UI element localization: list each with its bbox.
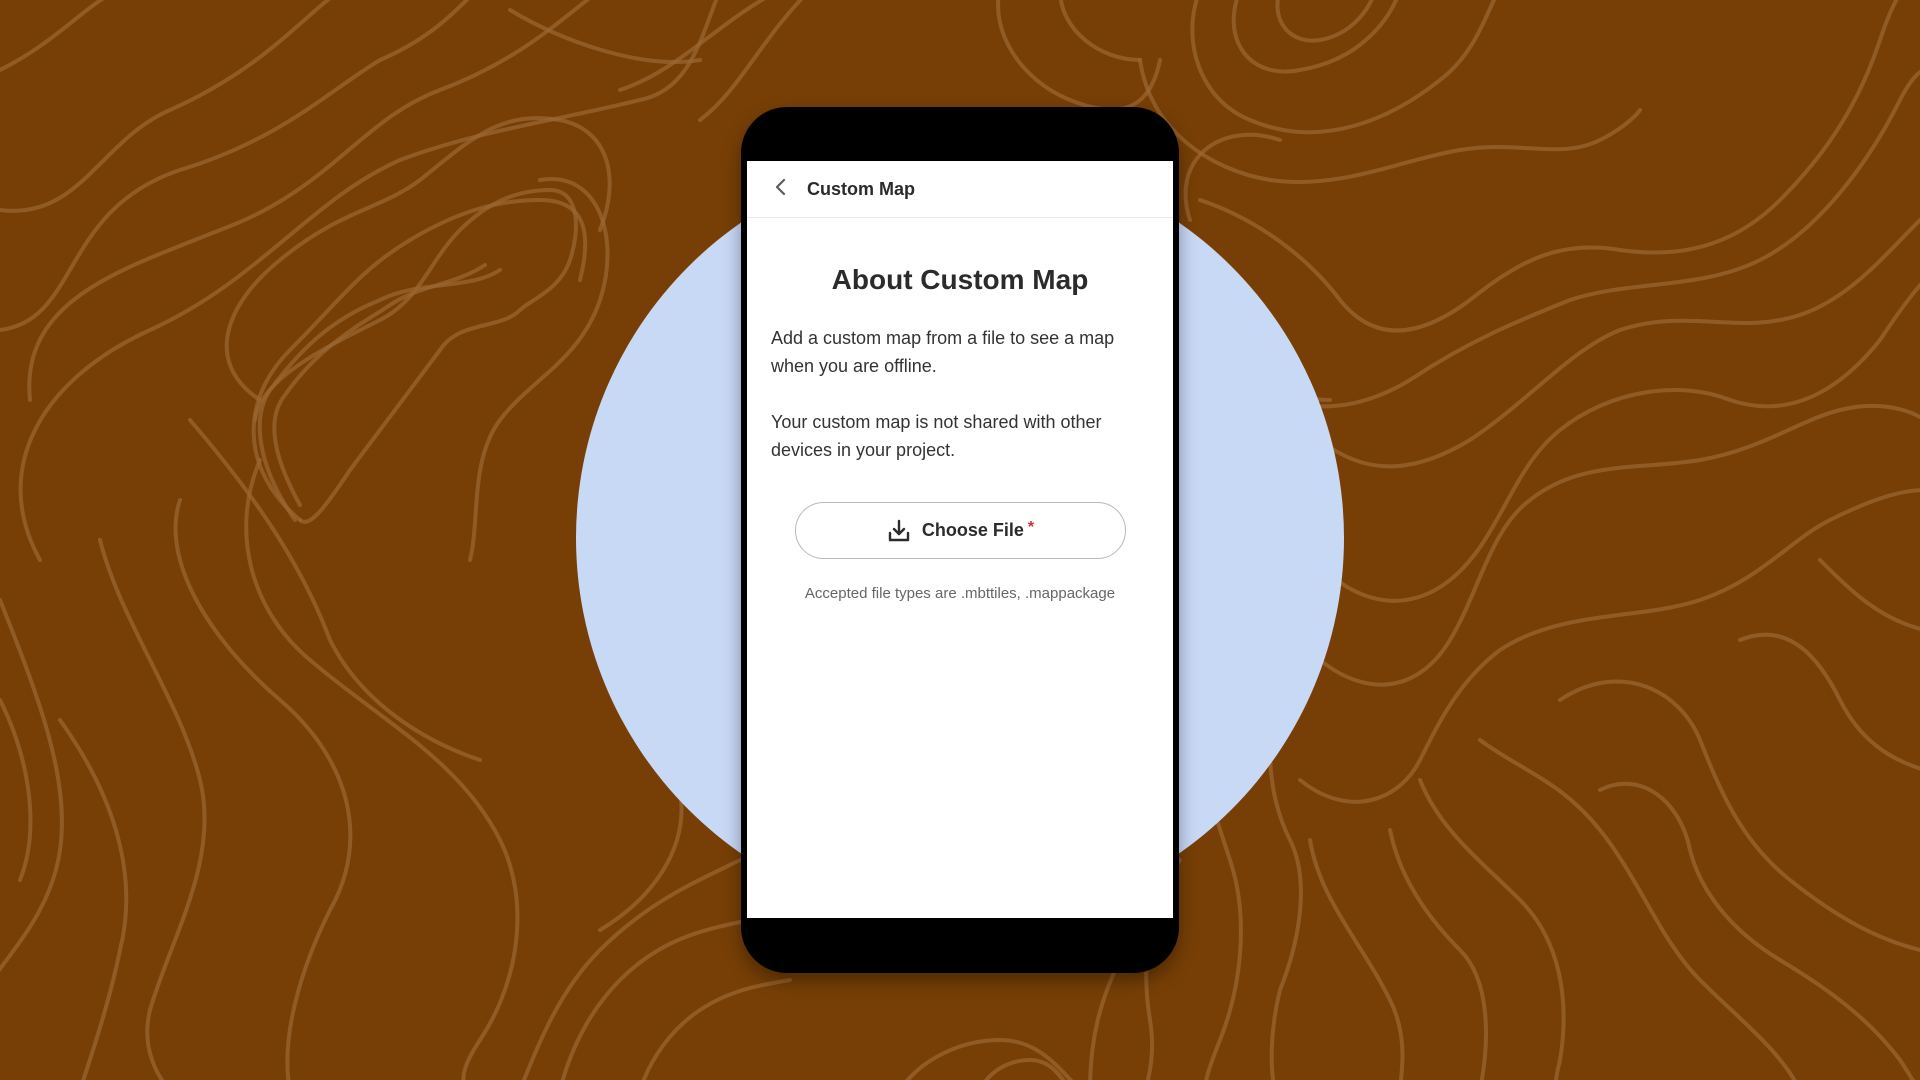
main-content: About Custom Map Add a custom map from a… bbox=[747, 264, 1173, 602]
app-header: Custom Map bbox=[747, 161, 1173, 218]
download-icon bbox=[886, 518, 912, 544]
description-not-shared: Your custom map is not shared with other… bbox=[771, 412, 1102, 460]
page-title: Custom Map bbox=[807, 178, 915, 199]
description-offline: Add a custom map from a file to see a ma… bbox=[771, 328, 1115, 376]
section-heading: About Custom Map bbox=[831, 264, 1089, 295]
required-marker: * bbox=[1027, 518, 1035, 536]
choose-file-label: Choose File bbox=[921, 520, 1024, 540]
background: Custom Map About Custom Map Add a custom… bbox=[0, 0, 1920, 1080]
back-button[interactable] bbox=[761, 169, 801, 209]
choose-file-button[interactable]: Choose File * bbox=[794, 502, 1126, 559]
phone-frame: Custom Map About Custom Map Add a custom… bbox=[741, 107, 1179, 973]
chevron-left-icon bbox=[771, 177, 791, 202]
phone-screen: Custom Map About Custom Map Add a custom… bbox=[747, 161, 1173, 918]
accepted-file-types: Accepted file types are .mbttiles, .mapp… bbox=[804, 585, 1116, 602]
